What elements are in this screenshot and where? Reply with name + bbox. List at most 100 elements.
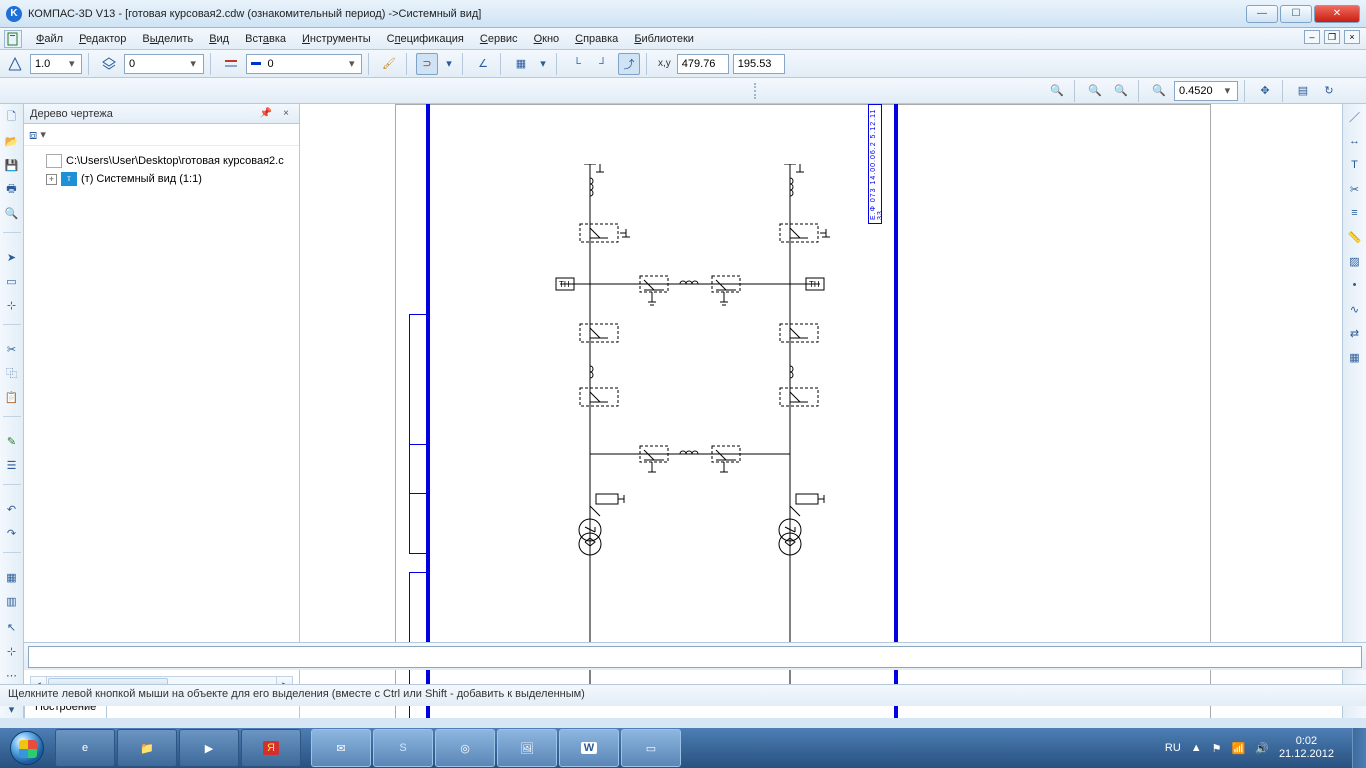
dropdown-icon[interactable]: ▾ [67, 57, 78, 70]
menu-select[interactable]: Выделить [134, 31, 201, 47]
tree-row-view[interactable]: + т (т) Системный вид (1:1) [28, 170, 295, 188]
show-desktop-button[interactable] [1352, 728, 1366, 768]
task-mail[interactable]: ✉ [311, 729, 371, 767]
ortho-x-button[interactable]: ┘ [592, 53, 614, 75]
grid-button[interactable]: ▦ [510, 53, 532, 75]
menu-insert[interactable]: Вставка [237, 31, 294, 47]
rebuild-button[interactable]: ▤ [1292, 80, 1314, 102]
table-button[interactable]: ▦ [1346, 348, 1364, 366]
tray-action-center-icon[interactable]: ⚑ [1212, 742, 1222, 755]
maximize-button[interactable]: ☐ [1280, 5, 1312, 23]
undo-button[interactable]: ↶ [3, 500, 21, 518]
properties-button[interactable]: ☰ [3, 456, 21, 474]
preview-button[interactable]: 🔍 [3, 204, 21, 222]
geom-button[interactable]: ／ [1346, 108, 1364, 126]
grid-dropdown[interactable]: ▾ [536, 53, 550, 75]
coord-y[interactable] [733, 54, 785, 74]
menu-help[interactable]: Справка [567, 31, 626, 47]
format-button[interactable]: ✎ [3, 432, 21, 450]
start-button[interactable] [0, 728, 54, 768]
close-button[interactable]: ✕ [1314, 5, 1360, 23]
menu-service[interactable]: Сервис [472, 31, 526, 47]
measure-button[interactable]: 📏 [1346, 228, 1364, 246]
minimize-button[interactable]: — [1246, 5, 1278, 23]
mode-geom-button[interactable]: ↖ [3, 618, 21, 636]
scale-input[interactable]: ▾ [30, 54, 82, 74]
pin-button[interactable]: 📌 [259, 108, 273, 119]
mdi-restore-button[interactable]: ❐ [1324, 30, 1340, 44]
mode-more-button[interactable]: ⋯ [3, 666, 21, 684]
arrow-button[interactable]: ➤ [3, 248, 21, 266]
paint-button[interactable]: 🖌 [378, 53, 400, 75]
point-button[interactable]: • [1346, 276, 1364, 294]
zoom-window-button[interactable]: 🔍 [1084, 80, 1106, 102]
tree-row-file[interactable]: C:\Users\User\Desktop\готовая курсовая2.… [28, 152, 295, 170]
style-input[interactable]: ▾ [246, 54, 362, 74]
command-input[interactable] [28, 646, 1362, 668]
open-button[interactable]: 📂 [3, 132, 21, 150]
tray-flag-icon[interactable]: ▲ [1191, 742, 1202, 754]
mdi-close-button[interactable]: × [1344, 30, 1360, 44]
zoom-fit-button[interactable]: 🔍 [1148, 80, 1170, 102]
dropdown-icon[interactable]: ▾ [1222, 84, 1233, 97]
linestyle-button[interactable] [220, 53, 242, 75]
menu-icon-button[interactable] [4, 30, 22, 48]
task-yandex[interactable]: Я [241, 729, 301, 767]
print-button[interactable]: 🖶 [3, 180, 21, 198]
round-button[interactable]: ⤴ [618, 53, 640, 75]
paste-button[interactable]: 📋 [3, 388, 21, 406]
ucs-button[interactable]: ⊹ [3, 296, 21, 314]
panel-close-button[interactable]: × [279, 108, 293, 119]
library-button[interactable]: ▥ [3, 592, 21, 610]
snap-button[interactable] [4, 53, 26, 75]
spline-button[interactable]: ∿ [1346, 300, 1364, 318]
task-wmp[interactable]: ▶ [179, 729, 239, 767]
refresh-button[interactable]: ↻ [1318, 80, 1340, 102]
menu-editor[interactable]: Редактор [71, 31, 134, 47]
menu-file[interactable]: Файл [28, 31, 71, 47]
task-explorer[interactable]: 📁 [117, 729, 177, 767]
hatch-button[interactable]: ▨ [1346, 252, 1364, 270]
pan-button[interactable]: ✥ [1254, 80, 1276, 102]
edit-button[interactable]: ✂ [1346, 180, 1364, 198]
redo-button[interactable]: ↷ [3, 524, 21, 542]
menu-tools[interactable]: Инструменты [294, 31, 379, 47]
task-notepad[interactable]: ▭ [621, 729, 681, 767]
magnet-dropdown[interactable]: ▾ [442, 53, 456, 75]
select-button[interactable]: ▭ [3, 272, 21, 290]
dropdown-icon[interactable]: ▾ [37, 128, 49, 141]
save-button[interactable]: 💾 [3, 156, 21, 174]
layer-input[interactable]: ▾ [124, 54, 204, 74]
menu-specification[interactable]: Спецификация [379, 31, 472, 47]
mdi-minimize-button[interactable]: – [1304, 30, 1320, 44]
new-button[interactable]: 🗋 [3, 108, 21, 126]
tray-network-icon[interactable]: 📶 [1232, 742, 1246, 755]
angle-button[interactable]: ∠ [472, 53, 494, 75]
dim-button[interactable]: ↔ [1346, 132, 1364, 150]
dropdown-icon[interactable]: ▾ [347, 57, 357, 70]
tray-volume-icon[interactable]: 🔊 [1255, 742, 1269, 755]
mode-dim-button[interactable]: ⊹ [3, 642, 21, 660]
menu-view[interactable]: Вид [201, 31, 237, 47]
clock[interactable]: 0:02 21.12.2012 [1279, 735, 1334, 761]
cut-button[interactable]: ✂ [3, 340, 21, 358]
manager-button[interactable]: ▦ [3, 568, 21, 586]
zoom-input[interactable]: ▾ [1174, 81, 1238, 101]
task-kompas[interactable]: ◎ [435, 729, 495, 767]
drawing-canvas[interactable]: Е.Ф 073 14.00.06.2 5.12.11 33 [300, 104, 1342, 718]
task-word[interactable]: W [559, 729, 619, 767]
copy-button[interactable]: ⿻ [3, 364, 21, 382]
dropdown-icon[interactable]: ▾ [187, 57, 199, 70]
expand-icon[interactable]: + [46, 174, 57, 185]
zoom-in-button[interactable]: 🔍 [1046, 80, 1068, 102]
menu-window[interactable]: Окно [526, 31, 568, 47]
menu-libraries[interactable]: Библиотеки [626, 31, 702, 47]
assoc-button[interactable]: ⇄ [1346, 324, 1364, 342]
tree-body[interactable]: C:\Users\User\Desktop\готовая курсовая2.… [24, 146, 299, 696]
param-button[interactable]: ≡ [1346, 204, 1364, 222]
text-button[interactable]: T [1346, 156, 1364, 174]
tree-filter-button[interactable]: ⧈▾ [28, 124, 50, 146]
ortho-y-button[interactable]: └ [566, 53, 588, 75]
coord-x[interactable] [677, 54, 729, 74]
magnet-button[interactable]: ⊃ [416, 53, 438, 75]
